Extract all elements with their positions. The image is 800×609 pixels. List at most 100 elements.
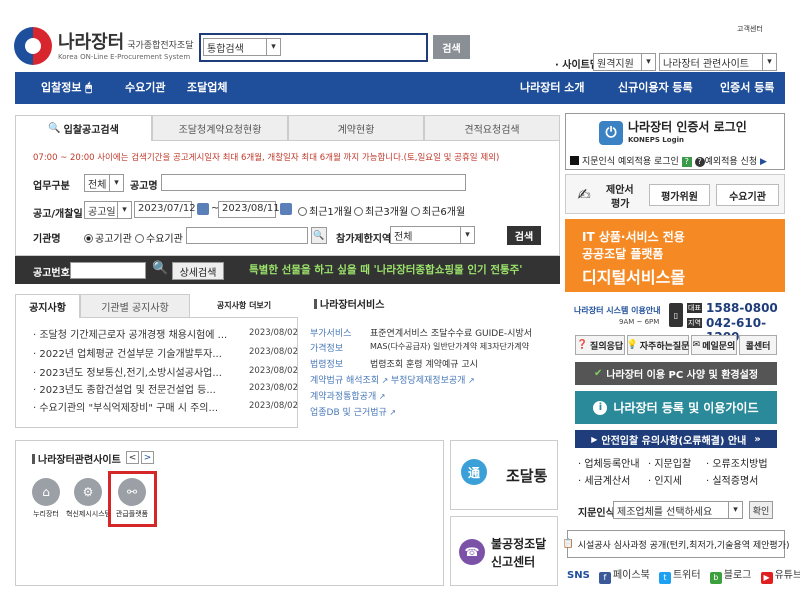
nav-new-user[interactable]: 신규이용자 등록	[618, 72, 693, 104]
pub-number-input[interactable]	[70, 262, 146, 279]
nav-bid-info[interactable]: 입찰정보 🖱	[41, 72, 92, 104]
bid-search-button[interactable]: 검색	[507, 226, 541, 245]
proposal-eval-box: ✍ 제안서 평가 평가위원 수요기관	[565, 174, 785, 214]
service-value[interactable]: MAS(다수공급자) 일반단가계약 제3자단가계약	[370, 341, 529, 352]
jodaltong-badge-icon: 通	[461, 459, 487, 485]
question-icon: ❓	[576, 340, 589, 350]
contract-process-link[interactable]: 계약과정통합공개	[310, 392, 376, 402]
pc-env-button[interactable]: ✔ 나라장터 이용 PC 사양 및 환경설정	[575, 362, 777, 385]
search-button[interactable]: 검색	[433, 35, 470, 59]
sanction-info-link[interactable]: 부정당제재정보공개	[391, 376, 466, 386]
notice-item[interactable]: · 2023년도 종합건설업 및 전문건설업 등...	[33, 381, 216, 396]
checkbox-icon[interactable]	[570, 156, 579, 165]
ad-line-3: 디지털서비스몰	[582, 268, 686, 287]
industry-db-link[interactable]: 업종DB 및 근거법규	[310, 408, 387, 418]
digital-service-mall-banner[interactable]: IT 상품·서비스 전용 공공조달 플랫폼 디지털서비스몰	[565, 219, 785, 292]
radio-icon	[84, 234, 93, 243]
koneps-logo[interactable]: 나라장터 국가종합전자조달 Korea ON-Line E-Procurement…	[14, 25, 194, 67]
bid-name-input[interactable]	[161, 174, 466, 191]
region-select[interactable]: 전체 ▾	[390, 226, 475, 244]
sitemap-select[interactable]: 원격지원 ▾	[593, 53, 656, 71]
notice-item[interactable]: · 2023년도 정보통신,전기,소방시설공사업...	[33, 364, 222, 379]
related-site-innovation[interactable]: ⚙ 혁신제시시스템	[66, 478, 111, 519]
qna-button[interactable]: ❓ 질의응답	[575, 335, 625, 355]
twitter-link[interactable]: t 트위터	[658, 570, 701, 584]
blog-link[interactable]: b 블로그	[709, 570, 751, 584]
safe-bid-button[interactable]: ▶ 안전입찰 유의사항(오류해결) 안내 »	[575, 430, 777, 448]
tab-bid-search[interactable]: 🔍 입찰공고검색	[15, 115, 152, 141]
chevron-right-icon[interactable]: >	[141, 451, 154, 464]
date-from-input[interactable]: 2023/07/12	[134, 201, 196, 218]
law-interpretation-link[interactable]: 계약법규 해석조회	[310, 376, 379, 386]
fingerprint-maker-select[interactable]: 제조업체를 선택하세요 ▾	[613, 501, 743, 519]
search-icon[interactable]: 🔍	[152, 261, 168, 276]
notice-item[interactable]: · 2022년 업체평균 건설부문 기술개발투자...	[33, 345, 222, 360]
info-icon: ?	[694, 157, 705, 167]
service-value[interactable]: 법령조회 훈령 계약예규 고시	[370, 357, 478, 370]
tab-quote-search[interactable]: 견적요청검색	[424, 115, 560, 141]
promo-text[interactable]: 특별한 선물을 하고 싶을 때 '나라장터종합쇼핑몰 인기 전통주'	[249, 262, 523, 277]
nav-supplier[interactable]: 조달업체	[187, 72, 227, 104]
fingerprint-confirm-button[interactable]: 확인	[749, 501, 773, 519]
link-fingerprint-bid[interactable]: · 지문입찰	[648, 455, 691, 470]
tab-agency-notices[interactable]: 기관별 공지사항	[80, 294, 190, 318]
search-type-value: 통합검색	[207, 44, 244, 55]
facebook-link[interactable]: f 페이스북	[598, 570, 650, 584]
notice-more-link[interactable]: 공지사항 더보기	[190, 294, 298, 318]
tab-contract-status[interactable]: 계약현황	[288, 115, 424, 141]
radio-icon	[411, 207, 420, 216]
callcenter-button[interactable]: 콜센터	[739, 335, 777, 355]
period-6m[interactable]: 최근6개월	[411, 203, 465, 218]
construction-review-button[interactable]: 📋 시설공사 심사과정 공개(턴키,최저가,기술용역 제안평가)	[563, 530, 790, 558]
period-1m[interactable]: 최근1개월	[298, 203, 352, 218]
phone1-badge: 대표	[687, 303, 702, 313]
date-type-select[interactable]: 공고일 ▾	[84, 201, 132, 219]
tab-notices[interactable]: 공지사항	[15, 294, 80, 318]
link-stamp-tax[interactable]: · 인지세	[648, 472, 682, 487]
related-site-nuri[interactable]: ⌂ 누리장터	[24, 478, 68, 519]
tab-contract-request[interactable]: 조달청계약요청현황	[152, 115, 288, 141]
link-performance-cert[interactable]: · 실적증명서	[706, 472, 758, 487]
question-icon[interactable]: ?	[681, 157, 692, 167]
period-6m-label: 최근6개월	[422, 207, 466, 218]
taegeuk-logo-icon	[14, 27, 52, 65]
detail-search-button[interactable]: 상세검색	[172, 262, 224, 280]
notice-item[interactable]: · 조달청 기간제근로자 공개경쟁 채용시험에 ...	[33, 326, 227, 341]
jodaltong-banner[interactable]: 通 조달통	[450, 440, 558, 510]
guide-button[interactable]: i 나라장터 등록 및 이용가이드	[575, 391, 777, 424]
construction-review-label: 시설공사 심사과정 공개(턴키,최저가,기술용역 제안평가)	[577, 540, 790, 551]
link-tax-invoice[interactable]: · 세금계산서	[578, 472, 630, 487]
date-to-input[interactable]: 2023/08/11	[218, 201, 280, 218]
checklist-icon: 📋	[562, 539, 574, 549]
customer-center-link[interactable]: 고객센터	[737, 24, 763, 34]
calendar-icon[interactable]	[280, 203, 292, 215]
agency-radio-demand[interactable]: 수요기관	[135, 230, 183, 245]
link-company-register[interactable]: · 업체등록안내	[578, 455, 640, 470]
category-select[interactable]: 전체 ▾	[84, 174, 124, 192]
exception-apply-link[interactable]: 예외적용 신청	[705, 157, 758, 167]
agency-radio-public[interactable]: 공고기관	[84, 230, 132, 245]
demand-agency-button[interactable]: 수요기관	[716, 184, 779, 206]
nav-about[interactable]: 나라장터 소개	[520, 72, 585, 104]
youtube-link[interactable]: ▶ 유튜브	[760, 570, 800, 584]
agency-input[interactable]	[186, 227, 308, 244]
mail-icon: ✉	[692, 340, 701, 350]
mail-button[interactable]: ✉ 메일문의	[691, 335, 737, 355]
search-type-select[interactable]: 통합검색 ▾	[203, 38, 281, 56]
related-site-select[interactable]: 나라장터 관련사이트 ▾	[659, 53, 777, 71]
fingerprint-exception-label[interactable]: 지문인식 예외적용 로그인	[582, 157, 679, 167]
notice-item[interactable]: · 수요기관의 "부식억제장비" 구매 시 주의...	[33, 399, 218, 414]
chevron-left-icon[interactable]: <	[126, 451, 139, 464]
faq-label: 자주하는질문	[639, 341, 690, 352]
service-value[interactable]: 표준연계서비스 조달수수료 GUIDE-시방서	[370, 326, 532, 339]
unfair-report-banner[interactable]: ☎ 불공정조달 신고센터	[450, 516, 558, 586]
period-3m[interactable]: 최근3개월	[354, 203, 408, 218]
nav-cert-register[interactable]: 인증서 등록	[720, 72, 774, 104]
cert-login-title[interactable]: 나라장터 인증서 로그인	[628, 118, 747, 135]
calendar-icon[interactable]	[197, 203, 209, 215]
eval-member-button[interactable]: 평가위원	[649, 184, 710, 206]
link-error-fix[interactable]: · 오류조치방법	[706, 455, 768, 470]
faq-button[interactable]: 💡 자주하는질문	[627, 335, 689, 355]
nav-demand-agency[interactable]: 수요기관	[125, 72, 165, 104]
search-icon[interactable]: 🔍	[311, 227, 327, 244]
